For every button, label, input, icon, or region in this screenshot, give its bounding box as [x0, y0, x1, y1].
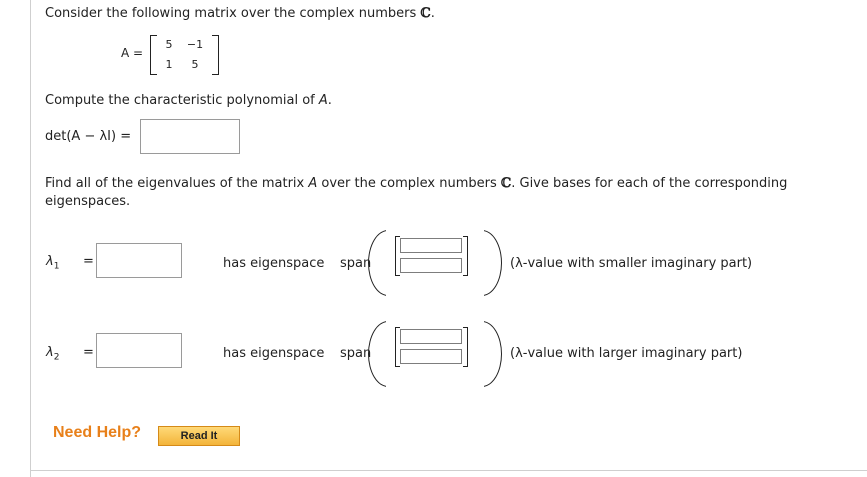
eigen-prompt-text: over the complex numbers [317, 176, 501, 191]
matrix-right-bracket [212, 35, 219, 75]
matrix-label: A = [121, 46, 144, 60]
char-poly-input[interactable] [140, 119, 240, 154]
vector-right-bracket [463, 236, 468, 276]
span-label: span [340, 346, 372, 361]
intro-text: Consider the following matrix over the c… [45, 6, 421, 21]
lambda-subscript: 1 [53, 261, 60, 272]
need-help-label: Need Help? [53, 424, 142, 441]
eigen-prompt-line1: Find all of the eigenvalues of the matri… [45, 176, 787, 191]
right-paren [484, 321, 502, 387]
question-intro: Consider the following matrix over the c… [45, 6, 435, 21]
eigenvector-1-entry-2-input[interactable] [400, 258, 462, 273]
char-poly-prompt-text: Compute the characteristic polynomial of [45, 93, 319, 108]
has-eigenspace-label: has eigenspace [223, 256, 325, 271]
content-bottom-border [30, 470, 867, 471]
eigenvector-2-entry-2-input[interactable] [400, 349, 462, 364]
matrix-var: A [308, 176, 318, 191]
lambda-1-input[interactable] [96, 243, 182, 278]
lambda-symbol: λ [46, 345, 54, 360]
right-paren [484, 230, 502, 296]
complex-symbol: ℂ [420, 6, 431, 21]
has-eigenspace-label: has eigenspace [223, 346, 325, 361]
matrix-cell: −1 [186, 38, 204, 51]
eigenvector-2-entry-1-input[interactable] [400, 329, 462, 344]
lambda-1-label: λ1 [46, 254, 59, 272]
lambda-1-note: (λ-value with smaller imaginary part) [510, 256, 753, 271]
lambda-2-label: λ2 [46, 345, 59, 363]
intro-period: . [430, 6, 435, 21]
lambda-2-note: (λ-value with larger imaginary part) [510, 346, 743, 361]
eigen-prompt-line2: eigenspaces. [45, 194, 131, 209]
det-label: det(A − λI) = [45, 129, 132, 144]
matrix-cell: 1 [165, 58, 173, 71]
matrix-left-bracket [150, 35, 157, 75]
complex-symbol: ℂ [500, 176, 512, 191]
char-poly-prompt: Compute the characteristic polynomial of… [45, 93, 332, 108]
lambda-subscript: 2 [53, 352, 60, 363]
matrix-cell: 5 [165, 38, 173, 51]
eigen-prompt-text: Find all of the eigenvalues of the matri… [45, 176, 309, 191]
matrix-cell: 5 [191, 58, 199, 71]
span-label: span [340, 256, 372, 271]
lambda-1-equals: = [83, 254, 94, 269]
eigenvector-1-entry-1-input[interactable] [400, 238, 462, 253]
lambda-symbol: λ [46, 254, 54, 269]
read-it-button[interactable]: Read It [158, 426, 240, 446]
lambda-2-equals: = [83, 345, 94, 360]
vector-right-bracket [463, 327, 468, 367]
matrix-var: A [318, 93, 328, 108]
char-poly-prompt-suffix: . [327, 93, 332, 108]
matrix-a: 5 −1 1 5 [150, 35, 230, 75]
content-left-border [30, 0, 31, 477]
eigen-prompt-text: . Give bases for each of the correspondi… [511, 176, 788, 191]
lambda-2-input[interactable] [96, 333, 182, 368]
